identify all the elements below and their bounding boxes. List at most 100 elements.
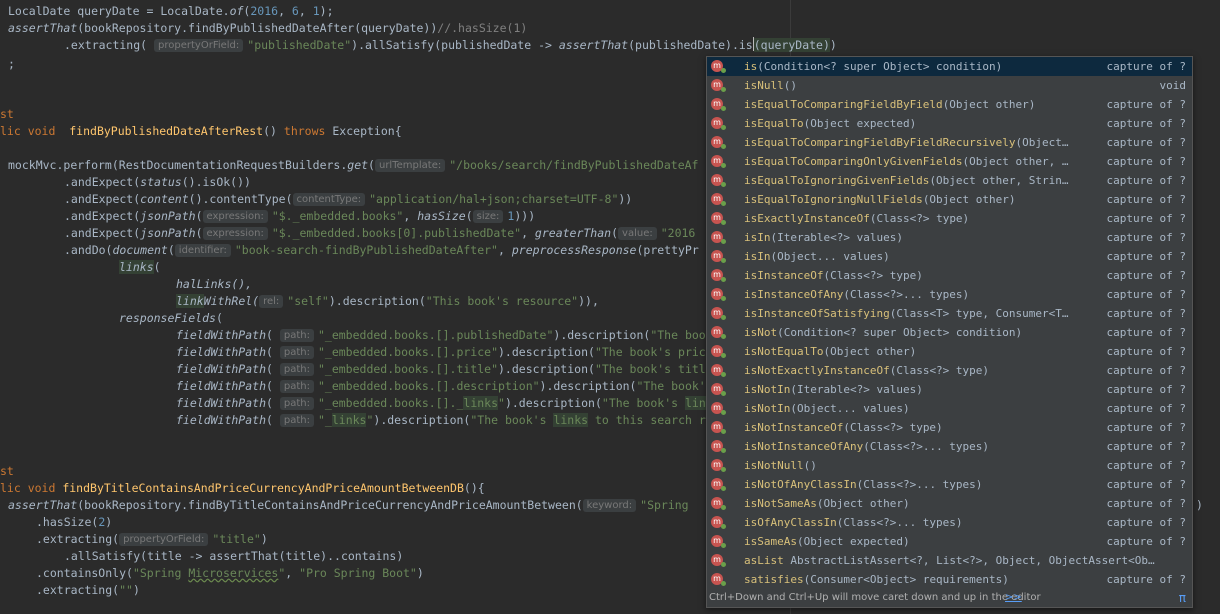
completion-item[interactable]: m isEqualTo(Object expected) capture of ? bbox=[707, 114, 1192, 133]
code-line[interactable]: .containsOnly("Spring Microservices", "P… bbox=[36, 565, 424, 582]
code-line[interactable]: fieldWithPath( path: "_embedded.books.[].… bbox=[176, 395, 706, 412]
completion-item[interactable]: m isNotIn(Iterable<?> values) capture of ? bbox=[707, 380, 1192, 399]
code-string: "The book's bbox=[601, 396, 685, 410]
completion-item[interactable]: m isOfAnyClassIn(Class<?>... types) captur… bbox=[707, 513, 1192, 532]
code-line[interactable]: .extracting( propertyOrField: "publishedD… bbox=[64, 37, 837, 54]
code-line[interactable]: mockMvc.perform(RestDocumentationRequest… bbox=[8, 157, 698, 174]
code-line[interactable]: st bbox=[0, 463, 14, 480]
code-line[interactable]: .allSatisfy(title -> assertThat(title)..… bbox=[64, 548, 403, 565]
code-line[interactable]: .extracting("") bbox=[36, 582, 140, 599]
completion-item[interactable]: m satisfies(Consumer<Object> requirements… bbox=[707, 570, 1192, 589]
code-line[interactable]: fieldWithPath( path: "_links").descriptio… bbox=[176, 412, 706, 429]
code-method: get bbox=[347, 158, 369, 172]
completion-item[interactable]: m isNotInstanceOf(Class<?> type) capture o… bbox=[707, 418, 1192, 437]
pi-icon[interactable]: π bbox=[1179, 589, 1186, 607]
code-text: .allSatisfy(title -> assertThat(title)..… bbox=[64, 549, 404, 563]
code-line[interactable]: assertThat(bookRepository.findByPublishe… bbox=[8, 20, 527, 37]
completion-item[interactable]: m isNotOfAnyClassIn(Class<?>... types) cap… bbox=[707, 475, 1192, 494]
completion-item-type: capture of ? bbox=[1106, 136, 1186, 149]
completion-item-name: isIn bbox=[744, 250, 771, 263]
completion-item[interactable]: m isEqualToIgnoringGivenFields(Object oth… bbox=[707, 171, 1192, 190]
code-string: "self" bbox=[287, 294, 329, 308]
code-text: ) bbox=[105, 515, 113, 529]
code-line[interactable]: .extracting(propertyOrField: "title") bbox=[36, 531, 268, 548]
completion-item[interactable]: m is(Condition<? super Object> condition)… bbox=[707, 57, 1192, 76]
completion-item[interactable]: m isSameAs(Object expected) capture of ? bbox=[707, 532, 1192, 551]
code-line[interactable]: LocalDate queryDate = LocalDate.of(2016,… bbox=[8, 3, 334, 20]
code-text: Exception{ bbox=[325, 124, 402, 138]
code-text: .andExpect( bbox=[64, 209, 141, 223]
completion-item[interactable]: m isNot(Condition<? super Object> conditi… bbox=[707, 323, 1192, 342]
code-line[interactable]: st bbox=[0, 106, 14, 123]
completion-more-link[interactable]: >> bbox=[1005, 589, 1022, 607]
completion-item-signature: isNotOfAnyClassIn(Class<?>... types) bbox=[744, 475, 982, 494]
completion-item-type: capture of ? bbox=[1106, 326, 1186, 339]
code-line[interactable]: halLinks(), bbox=[176, 276, 252, 293]
code-method: jsonPath bbox=[140, 209, 196, 223]
code-text: () bbox=[263, 124, 284, 138]
code-line[interactable]: .andExpect(jsonPath(expression: "$._embed… bbox=[64, 225, 695, 242]
code-string: to this search r bbox=[588, 413, 706, 427]
completion-item-name: isNotOfAnyClassIn bbox=[744, 478, 857, 491]
code-line[interactable]: assertThat(bookRepository.findByTitleCon… bbox=[8, 497, 689, 514]
completion-item-params: (Object other) bbox=[942, 98, 1036, 111]
code-completion-popup[interactable]: m is(Condition<? super Object> condition)… bbox=[706, 56, 1193, 608]
completion-item[interactable]: m isInstanceOfSatisfying(Class<T> type, C… bbox=[707, 304, 1192, 323]
code-string: "_embedded.books.[].price" bbox=[317, 345, 498, 359]
code-method: hasSize bbox=[417, 209, 466, 223]
completion-item[interactable]: m isInstanceOf(Class<?> type) capture of ? bbox=[707, 266, 1192, 285]
code-line[interactable]: .andExpect(status().isOk()) bbox=[64, 174, 251, 191]
code-line[interactable]: fieldWithPath( path: "_embedded.books.[].… bbox=[176, 361, 706, 378]
code-method: fieldWithPath bbox=[176, 328, 267, 342]
code-line[interactable]: .hasSize(2) bbox=[36, 514, 112, 531]
completion-item-params: (Object… bbox=[1015, 136, 1069, 149]
code-line[interactable]: .andDo(document(identifier: "book-search-… bbox=[64, 242, 699, 259]
code-line[interactable]: .andExpect(content().contentType(content… bbox=[64, 191, 632, 208]
code-string: "_ bbox=[317, 413, 332, 427]
code-line[interactable]: linkWithRel(rel: "self").description("Thi… bbox=[176, 293, 599, 310]
code-line[interactable]: fieldWithPath( path: "_embedded.books.[].… bbox=[176, 378, 706, 395]
code-line[interactable]: ; bbox=[8, 56, 15, 73]
completion-item[interactable]: m isExactlyInstanceOf(Class<?> type) captu… bbox=[707, 209, 1192, 228]
code-text: ).allSatisfy(publishedDate -> bbox=[351, 38, 559, 52]
code-line[interactable]: fieldWithPath( path: "_embedded.books.[].… bbox=[176, 344, 706, 361]
completion-item-type: capture of ? bbox=[1106, 345, 1186, 358]
completion-item-name: isEqualToIgnoringGivenFields bbox=[744, 174, 930, 187]
code-line[interactable]: responseFields( bbox=[119, 310, 223, 327]
completion-item[interactable]: m isNotExactlyInstanceOf(Class<?> type) ca… bbox=[707, 361, 1192, 380]
code-line[interactable]: links( bbox=[119, 259, 161, 276]
completion-item-signature: isNotInstanceOf(Class<?> type) bbox=[744, 418, 943, 437]
completion-item[interactable]: m isEqualToIgnoringNullFields(Object othe… bbox=[707, 190, 1192, 209]
code-line[interactable]: lic void findByTitleContainsAndPriceCurr… bbox=[0, 480, 485, 497]
completion-item[interactable]: m isNotNull() capture of ? bbox=[707, 456, 1192, 475]
completion-item[interactable]: m isEqualToComparingFieldByField(Object o… bbox=[707, 95, 1192, 114]
completion-item-name: isNotIn bbox=[744, 402, 791, 415]
code-line[interactable]: lic void findByPublishedDateAfterRest() … bbox=[0, 123, 402, 140]
code-text: ).description( bbox=[328, 294, 426, 308]
completion-item[interactable]: m isEqualToComparingOnlyGivenFields(Objec… bbox=[707, 152, 1192, 171]
completion-item-signature: isEqualToComparingFieldByFieldRecursivel… bbox=[744, 133, 1069, 152]
completion-item[interactable]: m isNull() void bbox=[707, 76, 1192, 95]
code-line[interactable]: .andExpect(jsonPath(expression: "$._embed… bbox=[64, 208, 535, 225]
completion-item-params: (Class<?> type) bbox=[869, 212, 970, 225]
code-text: .andDo( bbox=[64, 243, 113, 257]
completion-item[interactable]: m isNotEqualTo(Object other) capture of ? bbox=[707, 342, 1192, 361]
completion-item[interactable]: m isEqualToComparingFieldByFieldRecursive… bbox=[707, 133, 1192, 152]
code-text: ) bbox=[829, 38, 837, 52]
completion-item[interactable]: m isIn(Iterable<?> values) capture of ? bbox=[707, 228, 1192, 247]
completion-item-type: capture of ? bbox=[1106, 117, 1186, 130]
completion-item[interactable]: m isIn(Object... values) capture of ? bbox=[707, 247, 1192, 266]
completion-item-params: () bbox=[803, 459, 817, 472]
completion-item[interactable]: m isInstanceOfAny(Class<?>... types) captu… bbox=[707, 285, 1192, 304]
completion-item[interactable]: m isNotIn(Object... values) capture of ? bbox=[707, 399, 1192, 418]
completion-item[interactable]: m isNotInstanceOfAny(Class<?>... types) ca… bbox=[707, 437, 1192, 456]
completion-item[interactable]: m isNotSameAs(Object other) capture of ? bbox=[707, 494, 1192, 513]
code-line[interactable]: fieldWithPath( path: "_embedded.books.[].… bbox=[176, 327, 706, 344]
completion-item-params: AbstractListAssert<?, List<?>, Object, O… bbox=[783, 554, 1155, 567]
code-string: "The book's titl bbox=[594, 362, 706, 376]
code-number: 2016 bbox=[250, 4, 279, 18]
code-line[interactable]: ) bbox=[1196, 497, 1203, 514]
completion-item[interactable]: m asList AbstractListAssert<?, List<?>, O… bbox=[707, 551, 1192, 570]
completion-item-params: (Iterable<?> values) bbox=[790, 383, 923, 396]
code-string: "The book' bbox=[636, 379, 706, 393]
